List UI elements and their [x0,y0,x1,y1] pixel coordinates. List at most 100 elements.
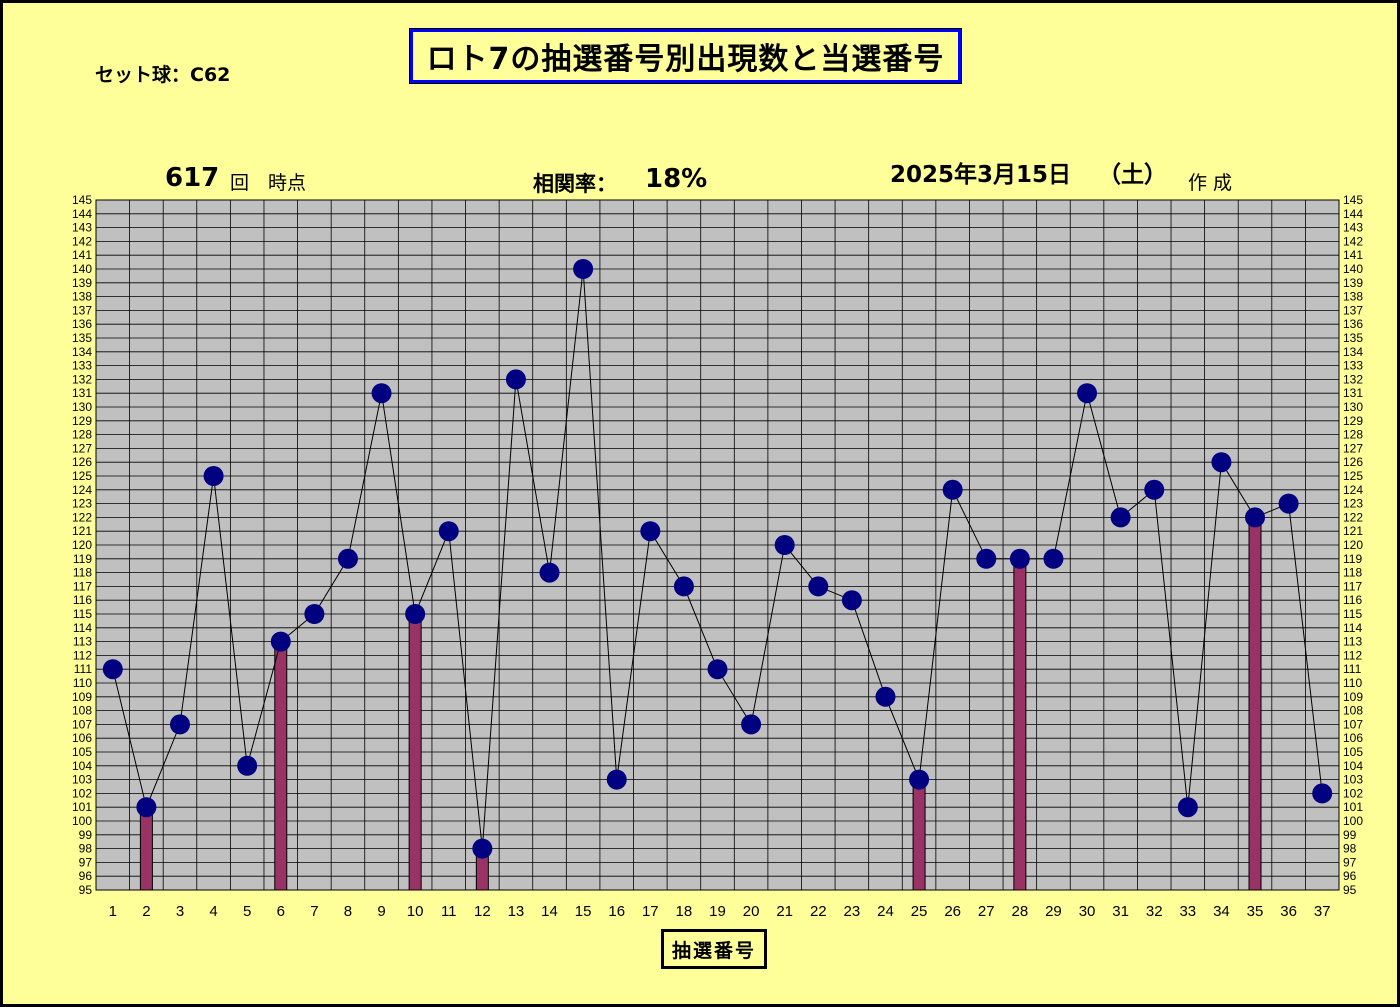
y-tick-label-right: 139 [1343,276,1363,290]
y-tick-label-right: 102 [1343,786,1363,800]
x-tick-label: 13 [508,903,525,920]
y-tick-label-right: 119 [1343,552,1362,566]
y-tick-label-right: 113 [1343,635,1362,649]
y-tick-label-left: 145 [72,193,92,207]
y-tick-label-left: 144 [72,207,92,221]
data-point-19 [707,659,728,680]
x-tick-label: 12 [474,903,491,920]
y-tick-label-right: 127 [1343,441,1363,455]
y-tick-label-left: 130 [72,400,92,414]
winning-bar-25 [912,779,926,891]
data-point-26 [942,479,963,500]
y-tick-label-right: 140 [1343,262,1363,276]
y-tick-label-right: 117 [1343,579,1362,593]
x-tick-label: 35 [1247,903,1264,920]
x-tick-label: 36 [1280,903,1297,920]
y-tick-label-left: 131 [72,386,92,400]
y-tick-label-right: 118 [1343,566,1362,580]
y-tick-label-right: 135 [1343,331,1363,345]
x-tick-label: 8 [344,903,352,920]
data-point-30 [1077,383,1098,404]
x-tick-label: 24 [877,903,894,920]
y-tick-label-right: 116 [1343,593,1362,607]
data-point-9 [371,383,392,404]
y-tick-label-left: 113 [73,635,92,649]
x-tick-label: 25 [911,903,928,920]
data-point-34 [1211,452,1232,473]
y-tick-label-left: 108 [72,704,92,718]
y-tick-label-right: 133 [1343,359,1363,373]
y-tick-label-right: 99 [1343,828,1357,842]
data-point-31 [1110,507,1131,528]
data-point-16 [606,769,627,790]
y-tick-label-left: 97 [79,855,93,869]
winning-bar-6 [274,641,288,891]
y-tick-label-right: 128 [1343,428,1363,442]
x-tick-label: 20 [743,903,760,920]
x-tick-label: 5 [243,903,251,920]
x-tick-label: 11 [441,903,457,920]
x-tick-label: 17 [642,903,659,920]
draw-unit: 回 [230,172,250,194]
y-tick-label-left: 104 [72,759,92,773]
data-point-11 [438,521,459,542]
data-point-6 [270,631,291,652]
winning-bar-10 [408,613,422,891]
y-axis-right: 9596979899100101102103104105106107108109… [1343,193,1363,897]
y-tick-label-right: 121 [1343,524,1363,538]
x-tick-label: 15 [575,903,592,920]
y-tick-label-right: 124 [1343,483,1363,497]
y-tick-label-left: 103 [72,773,92,787]
x-tick-label: 31 [1112,903,1129,920]
y-tick-label-left: 128 [72,428,92,442]
y-tick-label-left: 135 [72,331,92,345]
x-tick-label: 10 [407,903,424,920]
x-tick-label: 37 [1314,903,1331,920]
y-tick-label-right: 106 [1343,731,1363,745]
y-tick-label-right: 115 [1343,607,1362,621]
y-tick-label-right: 107 [1343,717,1363,731]
y-tick-label-right: 101 [1343,800,1363,814]
x-tick-label: 4 [209,903,217,920]
created-weekday: （土） [1098,162,1167,188]
data-point-1 [102,659,123,680]
x-tick-label: 22 [810,903,827,920]
x-tick-label: 32 [1146,903,1163,920]
y-tick-label-left: 106 [72,731,92,745]
x-tick-label: 29 [1045,903,1062,920]
x-tick-label: 6 [277,903,285,920]
y-tick-label-right: 137 [1343,303,1363,317]
x-tick-label: 7 [310,903,318,920]
y-tick-label-left: 139 [72,276,92,290]
y-tick-label-left: 96 [79,869,93,883]
y-tick-label-left: 123 [72,497,92,511]
y-tick-label-right: 130 [1343,400,1363,414]
x-tick-label: 2 [142,903,150,920]
y-tick-label-right: 111 [1343,662,1362,676]
data-point-23 [841,590,862,611]
y-tick-label-left: 134 [72,345,92,359]
x-tick-label: 9 [377,903,385,920]
y-tick-label-left: 119 [73,552,92,566]
y-tick-label-left: 107 [72,717,92,731]
y-tick-label-right: 144 [1343,207,1363,221]
y-tick-label-left: 115 [73,607,92,621]
winning-bar-28 [1013,558,1027,891]
set-ball-label: セット球：C62 [95,64,231,86]
y-tick-label-right: 98 [1343,842,1357,856]
y-tick-label-left: 126 [72,455,92,469]
y-tick-label-left: 143 [72,221,92,235]
data-point-15 [573,259,594,279]
y-tick-label-right: 141 [1343,248,1363,262]
data-point-14 [539,562,560,583]
x-tick-label: 27 [978,903,995,920]
draw-suffix: 時点 [268,172,307,194]
y-tick-label-left: 133 [72,359,92,373]
y-tick-label-right: 129 [1343,414,1363,428]
y-tick-label-left: 112 [73,648,92,662]
y-tick-label-left: 136 [72,317,92,331]
data-point-7 [304,604,325,624]
y-tick-label-right: 131 [1343,386,1363,400]
y-tick-label-left: 138 [72,290,92,304]
y-tick-label-left: 117 [73,579,92,593]
